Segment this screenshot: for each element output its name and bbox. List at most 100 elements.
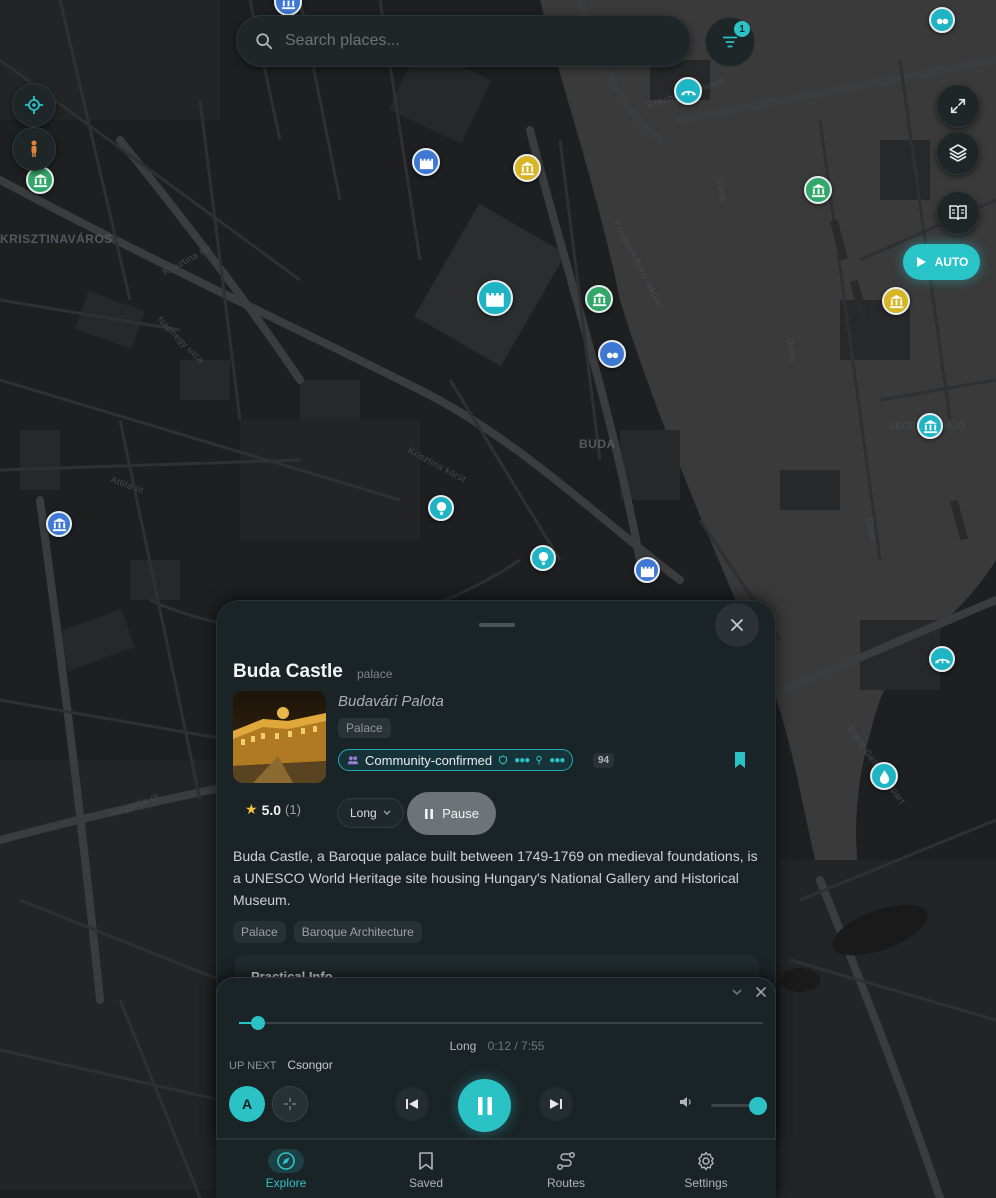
museum-marker[interactable]: [46, 511, 72, 537]
attraction-marker[interactable]: [929, 7, 955, 33]
rating-count: (1): [285, 802, 301, 817]
progress-thumb[interactable]: [251, 1016, 266, 1030]
close-panel-button[interactable]: [715, 603, 759, 647]
up-next: UP NEXT Csongor: [229, 1058, 333, 1072]
bridge-marker[interactable]: [674, 77, 702, 105]
confirmation-count: 94: [593, 753, 615, 768]
community-label: Community-confirmed: [365, 752, 493, 768]
nav-saved-label: Saved: [408, 1175, 444, 1190]
nav-settings[interactable]: Settings: [636, 1140, 776, 1198]
attraction-marker[interactable]: [598, 340, 626, 368]
chevron-down-icon: [383, 810, 391, 815]
museum-marker[interactable]: [585, 285, 613, 313]
volume-thumb[interactable]: [749, 1097, 768, 1115]
museum-icon: [923, 419, 937, 433]
skip-next-icon: [550, 1099, 562, 1109]
nav-explore[interactable]: Explore: [216, 1140, 356, 1198]
museum-marker[interactable]: [882, 287, 910, 315]
people-icon: [347, 756, 359, 765]
community-confirmed-badge[interactable]: Community-confirmed ●●● ●●●: [338, 749, 574, 771]
museum-icon: [33, 173, 47, 187]
bookmark-icon: [419, 1151, 433, 1170]
playback-info: Long 0:12 / 7:55: [217, 1039, 777, 1053]
binoculars-icon: [936, 18, 948, 24]
nav-routes[interactable]: Routes: [496, 1140, 636, 1198]
bridge-icon: [680, 90, 696, 95]
fullscreen-button[interactable]: [936, 84, 980, 128]
nav-explore-label: Explore: [265, 1175, 307, 1190]
category-chip: Palace: [338, 718, 391, 738]
star-icon: ★: [245, 801, 258, 817]
crosshair-icon: [25, 96, 43, 114]
filter-count-badge: 1: [734, 21, 750, 37]
district-label-buda: BUDA: [579, 437, 616, 451]
route-icon: [557, 1151, 575, 1170]
search-icon: [256, 33, 273, 50]
search-input[interactable]: [285, 32, 665, 50]
rating[interactable]: ★ 5.0 (1): [245, 801, 301, 818]
museum-icon: [52, 517, 66, 531]
up-next-label: UP NEXT: [229, 1060, 277, 1072]
play-pause-button[interactable]: [458, 1079, 511, 1132]
locate-button[interactable]: [12, 83, 56, 127]
castle-icon: [419, 158, 433, 169]
tag[interactable]: Baroque Architecture: [293, 921, 422, 943]
compass-icon: [277, 1151, 295, 1170]
street-view-button[interactable]: [12, 127, 56, 171]
place-description: Buda Castle, a Baroque palace built betw…: [233, 848, 758, 908]
up-next-name[interactable]: Csongor: [287, 1058, 332, 1072]
auto-play-button[interactable]: AUTO: [903, 244, 980, 280]
district-label: KRISZTINAVÁROS: [0, 232, 113, 246]
previous-track-button[interactable]: [395, 1087, 429, 1121]
bridge-marker[interactable]: [929, 646, 955, 672]
spa-marker[interactable]: [870, 762, 898, 790]
viewpoint-marker[interactable]: [530, 545, 556, 571]
collapse-player-icon[interactable]: [731, 988, 743, 996]
rating-value: 5.0: [261, 801, 282, 818]
museum-marker[interactable]: [513, 154, 541, 182]
follow-location-button[interactable]: [272, 1086, 308, 1122]
auto-label: AUTO: [934, 255, 969, 269]
play-icon: [916, 257, 926, 267]
place-photo[interactable]: [233, 691, 326, 783]
museum-icon: [811, 183, 825, 197]
next-track-button[interactable]: [539, 1087, 573, 1121]
binoculars-icon: [606, 352, 618, 358]
search-bar[interactable]: [236, 15, 691, 67]
museum-marker[interactable]: [804, 176, 832, 204]
playback-progress[interactable]: [239, 1016, 763, 1030]
castle-marker[interactable]: [412, 148, 440, 176]
layers-icon: [949, 144, 967, 162]
close-player-icon[interactable]: [755, 986, 767, 998]
length-value: Long: [350, 806, 377, 820]
location-dots: ●●●: [549, 754, 565, 766]
layers-button[interactable]: [936, 131, 980, 175]
pause-narration-button[interactable]: Pause: [407, 792, 496, 835]
balloon-icon: [538, 551, 548, 565]
pause-icon: [477, 1096, 492, 1115]
guide-book-button[interactable]: [936, 191, 980, 235]
tag[interactable]: Palace: [233, 921, 286, 943]
book-icon: [949, 205, 967, 221]
drag-handle[interactable]: [479, 623, 515, 627]
filter-button[interactable]: 1: [705, 17, 755, 67]
museum-icon: [592, 292, 606, 306]
shield-check-icon: [499, 755, 508, 765]
avatar[interactable]: A: [229, 1086, 265, 1122]
castle-photo-image: [233, 691, 326, 783]
selected-castle-marker[interactable]: [477, 280, 513, 316]
narration-length-select[interactable]: Long: [337, 798, 404, 828]
castle-icon: [640, 566, 654, 577]
castle-marker[interactable]: [634, 557, 660, 583]
viewpoint-marker[interactable]: [428, 495, 454, 521]
nav-saved[interactable]: Saved: [356, 1140, 496, 1198]
tag-list: Palace Baroque Architecture: [233, 921, 422, 943]
museum-icon: [281, 0, 295, 9]
filter-icon: [722, 36, 738, 48]
volume-icon[interactable]: [679, 1096, 693, 1108]
bookmark-button[interactable]: [732, 751, 748, 774]
castle-icon: [486, 293, 504, 307]
museum-icon: [889, 294, 903, 308]
crosshair-icon: [284, 1098, 296, 1110]
museum-marker[interactable]: [917, 413, 943, 439]
